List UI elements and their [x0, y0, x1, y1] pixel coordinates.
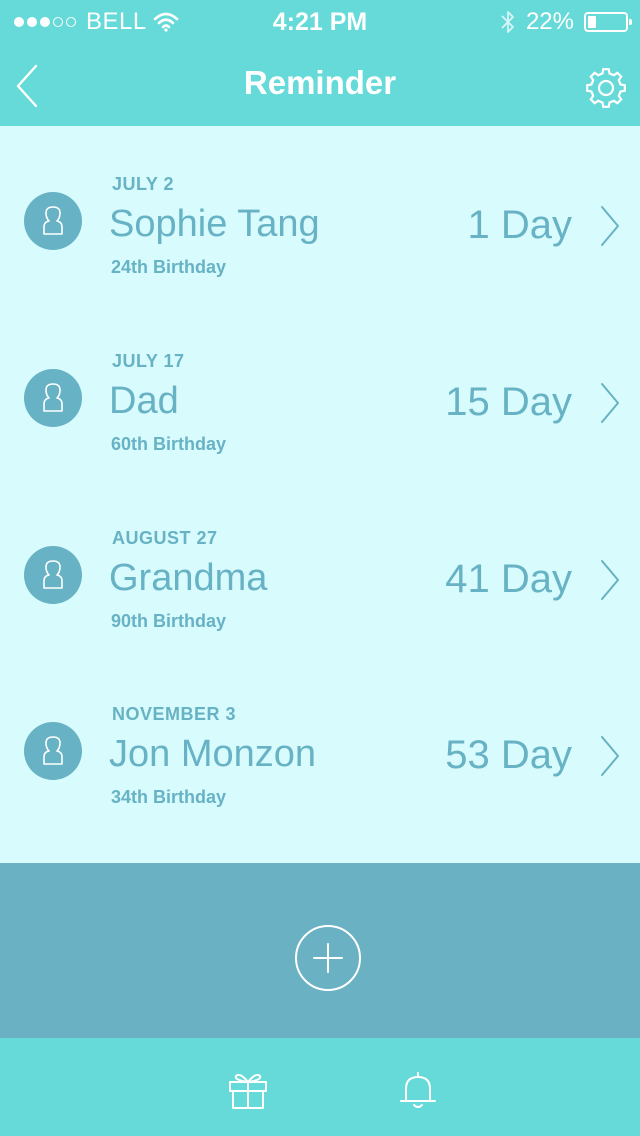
- reminder-days-left: 53 Day: [445, 733, 572, 777]
- status-right: 22%: [500, 8, 632, 36]
- reminder-date: AUGUST 27: [112, 528, 218, 548]
- person-icon: [43, 736, 63, 765]
- status-left: BELL: [14, 8, 179, 36]
- reminder-days-left: 41 Day: [445, 557, 572, 601]
- carrier-name: BELL: [86, 8, 147, 35]
- reminder-occasion: 90th Birthday: [111, 611, 227, 631]
- settings-button[interactable]: [584, 66, 628, 110]
- header: BELL 4:21 PM 22% Reminder: [0, 0, 640, 126]
- wifi-icon: [153, 12, 179, 32]
- reminder-date: NOVEMBER 3: [112, 704, 237, 724]
- chevron-right-icon: [601, 383, 619, 423]
- person-icon: [43, 383, 63, 412]
- reminder-occasion: 34th Birthday: [111, 787, 227, 807]
- reminder-name: Sophie Tang: [109, 203, 320, 245]
- reminder-date: JULY 17: [112, 351, 185, 371]
- battery-icon: [584, 12, 632, 32]
- add-reminder-button[interactable]: [294, 924, 362, 992]
- tab-bar: [0, 1038, 640, 1136]
- chevron-right-icon: [601, 736, 619, 776]
- avatar: [24, 722, 82, 780]
- reminder-days-left: 15 Day: [445, 380, 572, 424]
- reminder-row[interactable]: NOVEMBER 3 Jon Monzon 34th Birthday 53 D…: [0, 656, 640, 832]
- gear-icon: [586, 68, 626, 108]
- tab-reminders[interactable]: [396, 1068, 440, 1112]
- person-icon: [43, 206, 63, 235]
- navigation-bar: Reminder: [0, 44, 640, 126]
- add-panel: [0, 863, 640, 1038]
- signal-strength-icon: [14, 17, 76, 27]
- page-title: Reminder: [243, 64, 397, 101]
- avatar: [24, 192, 82, 250]
- tab-gifts[interactable]: [226, 1068, 270, 1112]
- reminder-name: Dad: [109, 380, 179, 422]
- person-icon: [43, 560, 63, 589]
- battery-level: [588, 16, 596, 28]
- gift-icon: [229, 1073, 267, 1109]
- bluetooth-icon: [501, 11, 514, 33]
- reminder-row[interactable]: JULY 2 Sophie Tang 24th Birthday 1 Day: [0, 126, 640, 302]
- chevron-right-icon: [601, 560, 619, 600]
- avatar: [24, 546, 82, 604]
- battery-percent: 22%: [525, 8, 574, 35]
- reminder-row[interactable]: JULY 17 Dad 60th Birthday 15 Day: [0, 303, 640, 479]
- bell-icon: [400, 1072, 436, 1108]
- reminder-name: Grandma: [109, 557, 268, 599]
- chevron-right-icon: [601, 206, 619, 246]
- avatar: [24, 369, 82, 427]
- reminder-list: JULY 2 Sophie Tang 24th Birthday 1 Day J…: [0, 126, 640, 863]
- reminder-date: JULY 2: [112, 174, 175, 194]
- reminder-occasion: 60th Birthday: [111, 434, 227, 454]
- reminder-row[interactable]: AUGUST 27 Grandma 90th Birthday 41 Day: [0, 480, 640, 656]
- status-bar: BELL 4:21 PM 22%: [0, 0, 640, 44]
- plus-circle-icon: [295, 925, 361, 991]
- reminder-days-left: 1 Day: [467, 203, 573, 247]
- reminder-name: Jon Monzon: [109, 733, 317, 775]
- reminder-occasion: 24th Birthday: [111, 257, 227, 277]
